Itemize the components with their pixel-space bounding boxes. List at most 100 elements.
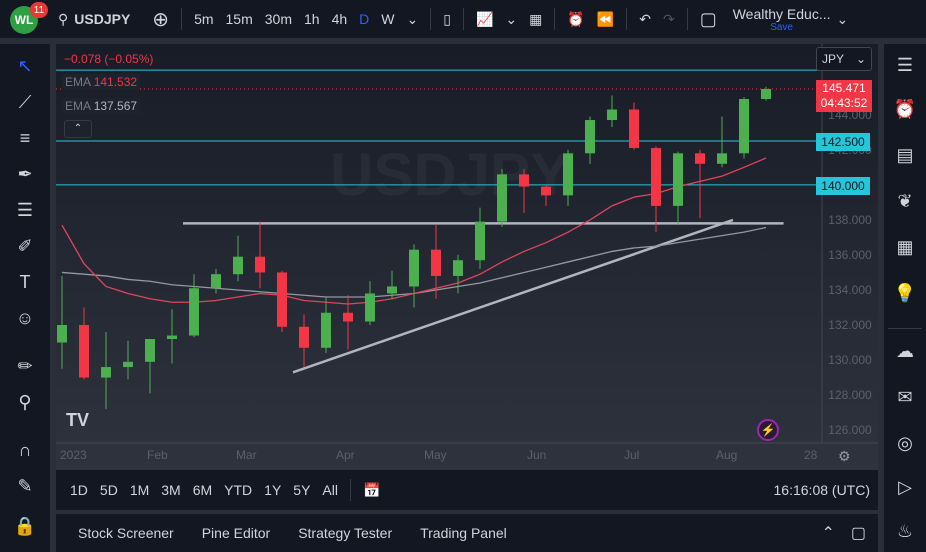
save-button[interactable]: Save xyxy=(770,22,793,33)
range-5Y[interactable]: 5Y xyxy=(287,482,316,498)
candle-body xyxy=(255,257,265,273)
date-range-calendar-icon[interactable]: 📅 xyxy=(357,482,386,499)
tab-pine-editor[interactable]: Pine Editor xyxy=(188,525,284,541)
candles-icon[interactable]: ▯ xyxy=(437,11,457,28)
price-tick: 128.000 xyxy=(822,388,878,402)
text-tool-icon[interactable]: T xyxy=(13,270,37,294)
range-All[interactable]: All xyxy=(316,482,344,498)
collapse-legend-button[interactable]: ⌃ xyxy=(64,120,92,138)
candle-body xyxy=(321,313,331,348)
range-5D[interactable]: 5D xyxy=(94,482,124,498)
candle-body xyxy=(739,99,749,153)
zoom-in-icon[interactable]: ⚲ xyxy=(13,390,37,414)
range-6M[interactable]: 6M xyxy=(187,482,218,498)
candle-body xyxy=(475,222,485,261)
candle-body xyxy=(277,272,287,326)
interval-D[interactable]: D xyxy=(353,11,375,27)
currency-select[interactable]: JPY ⌄ xyxy=(816,47,872,71)
candle-body xyxy=(145,339,155,362)
interval-4h[interactable]: 4h xyxy=(326,11,354,27)
candle-body xyxy=(343,313,353,322)
clock[interactable]: 16:16:08 (UTC) xyxy=(774,482,870,498)
bar-countdown: 04:43:52 xyxy=(816,96,872,111)
undo-icon[interactable]: ↶ xyxy=(633,11,657,28)
broadcast-play-icon[interactable]: ▷ xyxy=(892,474,918,500)
search-icon[interactable]: ⚲ xyxy=(52,11,74,28)
replay-icon[interactable]: ⏪ xyxy=(591,11,620,28)
chevron-down-icon[interactable]: ⌄ xyxy=(400,11,424,28)
alarm-clock-icon[interactable]: ⏰ xyxy=(892,96,918,122)
layout-name[interactable]: Wealthy Educ... xyxy=(733,6,831,22)
hotlist-flame-icon[interactable]: ❦ xyxy=(892,188,918,214)
chevron-down-icon[interactable]: ⌄ xyxy=(831,11,855,28)
tab-stock-screener[interactable]: Stock Screener xyxy=(64,525,188,541)
lock-icon[interactable]: 🔒 xyxy=(13,514,37,538)
fib-tool-icon[interactable]: ☰ xyxy=(13,198,37,222)
chevron-down-icon[interactable]: ⌄ xyxy=(499,11,523,28)
streams-icon[interactable]: ◎ xyxy=(892,430,918,456)
horizontal-lines-icon[interactable]: ≡ xyxy=(13,126,37,150)
chat-cloud-icon[interactable]: ☁ xyxy=(892,338,918,364)
lightning-icon[interactable]: ⚡ xyxy=(757,419,779,441)
maximize-panel-icon[interactable]: ▢ xyxy=(851,523,866,543)
candle-body xyxy=(79,325,89,378)
chevron-down-icon: ⌄ xyxy=(856,48,866,70)
interval-15m[interactable]: 15m xyxy=(220,11,259,27)
candle-body xyxy=(57,325,67,343)
range-1M[interactable]: 1M xyxy=(124,482,155,498)
notification-badge: 11 xyxy=(30,2,48,18)
alert-icon[interactable]: ⏰ xyxy=(561,11,590,28)
price-tick: 138.000 xyxy=(822,213,878,227)
interval-5m[interactable]: 5m xyxy=(188,11,219,27)
interval-30m[interactable]: 30m xyxy=(259,11,298,27)
time-tick: May xyxy=(424,448,447,462)
fullscreen-icon[interactable]: ▢ xyxy=(694,9,723,30)
interval-1h[interactable]: 1h xyxy=(298,11,326,27)
trend-line xyxy=(293,220,733,372)
brush-icon[interactable]: ✐ xyxy=(13,234,37,258)
add-list-icon[interactable]: ▤ xyxy=(892,142,918,168)
lock-drawing-icon[interactable]: ✎ xyxy=(13,474,37,498)
candle-body xyxy=(101,367,111,378)
ruler-icon[interactable]: ✏ xyxy=(13,354,37,378)
settings-icon[interactable]: ⚙ xyxy=(838,448,851,465)
range-3M[interactable]: 3M xyxy=(155,482,186,498)
candle-body xyxy=(695,153,705,164)
watchlist-icon[interactable]: ☰ xyxy=(892,52,918,78)
tab-strategy-tester[interactable]: Strategy Tester xyxy=(284,525,406,541)
collapse-panel-icon[interactable]: ⌃ xyxy=(821,523,834,543)
cursor-icon[interactable]: ↖ xyxy=(13,54,37,78)
candle-body xyxy=(629,110,639,149)
compare-add-icon[interactable]: ⊕ xyxy=(146,7,175,32)
trendline-tool-icon[interactable]: ⟋ xyxy=(13,90,37,114)
chart-pane[interactable]: USDJPY xyxy=(56,44,878,470)
candle-body xyxy=(365,293,375,321)
tab-trading-panel[interactable]: Trading Panel xyxy=(406,525,521,541)
time-tick: 2023 xyxy=(60,448,87,462)
ema-fast-legend[interactable]: EMA 141.532 xyxy=(62,74,140,90)
range-YTD[interactable]: YTD xyxy=(218,482,258,498)
range-1Y[interactable]: 1Y xyxy=(258,482,287,498)
time-tick: 28 xyxy=(804,448,817,462)
notifications-bell-icon[interactable]: ♨ xyxy=(892,518,918,544)
ema-slow-legend[interactable]: EMA 137.567 xyxy=(62,98,140,114)
ideas-lightbulb-icon[interactable]: 💡 xyxy=(892,280,918,306)
magnet-icon[interactable]: ∩ xyxy=(13,438,37,462)
indicators-icon[interactable]: 📈 xyxy=(470,11,499,28)
layouts-icon[interactable]: ▦ xyxy=(523,11,548,28)
interval-W[interactable]: W xyxy=(375,11,400,27)
tradingview-logo-icon[interactable]: TV xyxy=(66,410,89,431)
messages-icon[interactable]: ✉ xyxy=(892,384,918,410)
candle-body xyxy=(607,110,617,121)
range-1D[interactable]: 1D xyxy=(64,482,94,498)
price-chart[interactable]: USDJPY xyxy=(56,44,878,470)
emoji-icon[interactable]: ☺ xyxy=(13,306,37,330)
pattern-tool-icon[interactable]: ✒ xyxy=(13,162,37,186)
candle-body xyxy=(541,187,551,196)
calendar-icon[interactable]: ▦ xyxy=(892,234,918,260)
price-tick: 130.000 xyxy=(822,353,878,367)
time-tick: Jun xyxy=(527,448,546,462)
layout-save[interactable]: Wealthy Educ... Save xyxy=(733,6,831,33)
symbol-search[interactable]: USDJPY xyxy=(74,11,136,27)
redo-icon[interactable]: ↷ xyxy=(657,11,681,28)
